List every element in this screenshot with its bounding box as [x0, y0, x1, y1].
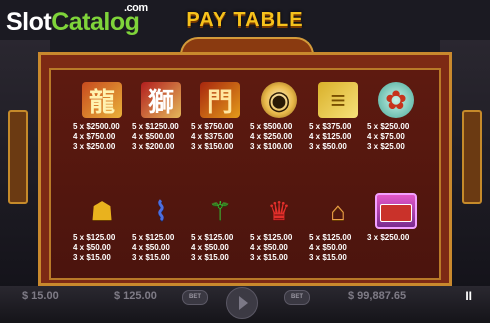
payout-3: 3 x $50.00 — [309, 142, 347, 151]
payout-4: 4 x $375.00 — [191, 132, 234, 141]
payout-list: 5 x $375.00 4 x $125.00 3 x $50.00 — [309, 122, 367, 152]
symbol-cell-lion: 獅 5 x $1250.00 4 x $500.00 3 x $200.00 — [132, 82, 190, 152]
win-amount: $ 15.00 — [22, 290, 59, 302]
bus-icon — [380, 204, 412, 222]
bet-amount: $ 125.00 — [114, 290, 157, 302]
payout-5: 5 x $2500.00 — [73, 122, 120, 131]
payout-list: 5 x $125.00 4 x $50.00 3 x $15.00 — [309, 233, 367, 263]
payout-list: 5 x $125.00 4 x $50.00 3 x $15.00 — [250, 233, 308, 263]
mahjong-blue-icon: ⌇ — [154, 195, 168, 226]
payout-4: 4 x $75.00 — [367, 132, 405, 141]
scatter-bus-icon — [375, 193, 417, 229]
vase-icon: ✿ — [378, 82, 414, 118]
mahjong-gold-icon: ☗ — [90, 195, 114, 226]
symbol-cell-dragon: 龍 5 x $2500.00 4 x $750.00 3 x $250.00 — [73, 82, 131, 152]
payout-3: 3 x $15.00 — [309, 253, 347, 262]
payout-3: 3 x $15.00 — [250, 253, 288, 262]
symbol-cell-mahjong-red: ♛ 5 x $125.00 4 x $50.00 3 x $15.00 — [250, 193, 308, 263]
symbol-cell-mahjong-blue: ⌇ 5 x $125.00 4 x $50.00 3 x $15.00 — [132, 193, 190, 263]
symbol-cell-vase: ✿ 5 x $250.00 4 x $75.00 3 x $25.00 — [367, 82, 425, 152]
payout-list: 3 x $250.00 — [367, 233, 425, 243]
payout-list: 5 x $125.00 4 x $50.00 3 x $15.00 — [191, 233, 249, 263]
payout-list: 5 x $125.00 4 x $50.00 3 x $15.00 — [73, 233, 131, 263]
symbol-cell-coin: ◉ 5 x $500.00 4 x $250.00 3 x $100.00 — [250, 82, 308, 152]
bet-increase-button[interactable]: BET — [284, 290, 310, 305]
payout-list: 5 x $750.00 4 x $375.00 3 x $150.00 — [191, 122, 249, 152]
side-panel-left — [8, 110, 28, 204]
bet-decrease-button[interactable]: BET — [182, 290, 208, 305]
payout-4: 4 x $125.00 — [309, 132, 352, 141]
symbol-cell-mahjong-green: ⚚ 5 x $125.00 4 x $50.00 3 x $15.00 — [191, 193, 249, 263]
symbol-cell-scatter: 3 x $250.00 — [367, 193, 425, 243]
payout-5: 5 x $375.00 — [309, 122, 352, 131]
coin-icon: ◉ — [261, 82, 297, 118]
payout-3: 3 x $100.00 — [250, 142, 293, 151]
payout-list: 5 x $125.00 4 x $50.00 3 x $15.00 — [132, 233, 190, 263]
payout-3: 3 x $250.00 — [73, 142, 116, 151]
symbol-cell-temple: 門 5 x $750.00 4 x $375.00 3 x $150.00 — [191, 82, 249, 152]
payout-4: 4 x $500.00 — [132, 132, 175, 141]
mahjong-green-icon: ⚚ — [208, 195, 232, 226]
payout-4: 4 x $50.00 — [191, 243, 229, 252]
payout-4: 4 x $750.00 — [73, 132, 116, 141]
temple-icon: 門 — [200, 82, 240, 118]
payout-list: 5 x $2500.00 4 x $750.00 3 x $250.00 — [73, 122, 131, 152]
site-logo: SlotCatalog .com — [6, 2, 148, 37]
spin-button[interactable] — [226, 287, 258, 319]
symbol-cell-mahjong-orange: ⌂ 5 x $125.00 4 x $50.00 3 x $15.00 — [309, 193, 367, 263]
payout-3: 3 x $200.00 — [132, 142, 175, 151]
payout-5: 5 x $125.00 — [132, 233, 175, 242]
mahjong-orange-icon: ⌂ — [330, 195, 346, 226]
dragon-icon: 龍 — [82, 82, 122, 118]
payout-3: 3 x $25.00 — [367, 142, 405, 151]
mahjong-red-icon: ♛ — [267, 195, 291, 226]
payout-5: 5 x $250.00 — [367, 122, 410, 131]
payout-5: 5 x $125.00 — [309, 233, 352, 242]
payout-4: 4 x $50.00 — [250, 243, 288, 252]
payout-5: 5 x $125.00 — [73, 233, 116, 242]
symbol-cell-gold-scroll: ≡ 5 x $375.00 4 x $125.00 3 x $50.00 — [309, 82, 367, 152]
payout-4: 4 x $50.00 — [132, 243, 170, 252]
pause-button[interactable]: II — [465, 289, 472, 303]
payout-3: 3 x $250.00 — [367, 233, 410, 242]
payout-5: 5 x $500.00 — [250, 122, 293, 131]
payout-list: 5 x $1250.00 4 x $500.00 3 x $200.00 — [132, 122, 190, 152]
payout-5: 5 x $125.00 — [250, 233, 293, 242]
payout-3: 3 x $150.00 — [191, 142, 234, 151]
lion-icon: 獅 — [141, 82, 181, 118]
payout-5: 5 x $1250.00 — [132, 122, 179, 131]
payout-3: 3 x $15.00 — [191, 253, 229, 262]
page-title: PAY TABLE — [186, 9, 304, 31]
logo-com-text: .com — [124, 2, 148, 14]
payout-3: 3 x $15.00 — [73, 253, 111, 262]
payout-4: 4 x $50.00 — [73, 243, 111, 252]
payout-5: 5 x $750.00 — [191, 122, 234, 131]
logo-slot-text: Slot — [6, 8, 52, 36]
payout-4: 4 x $50.00 — [309, 243, 347, 252]
payout-list: 5 x $250.00 4 x $75.00 3 x $25.00 — [367, 122, 425, 152]
symbol-cell-mahjong-gold: ☗ 5 x $125.00 4 x $50.00 3 x $15.00 — [73, 193, 131, 263]
payout-5: 5 x $125.00 — [191, 233, 234, 242]
payout-4: 4 x $250.00 — [250, 132, 293, 141]
payout-3: 3 x $15.00 — [132, 253, 170, 262]
payout-list: 5 x $500.00 4 x $250.00 3 x $100.00 — [250, 122, 308, 152]
credit-balance: $ 99,887.65 — [348, 290, 407, 302]
gold-scroll-icon: ≡ — [318, 82, 358, 118]
side-panel-right — [462, 110, 482, 204]
